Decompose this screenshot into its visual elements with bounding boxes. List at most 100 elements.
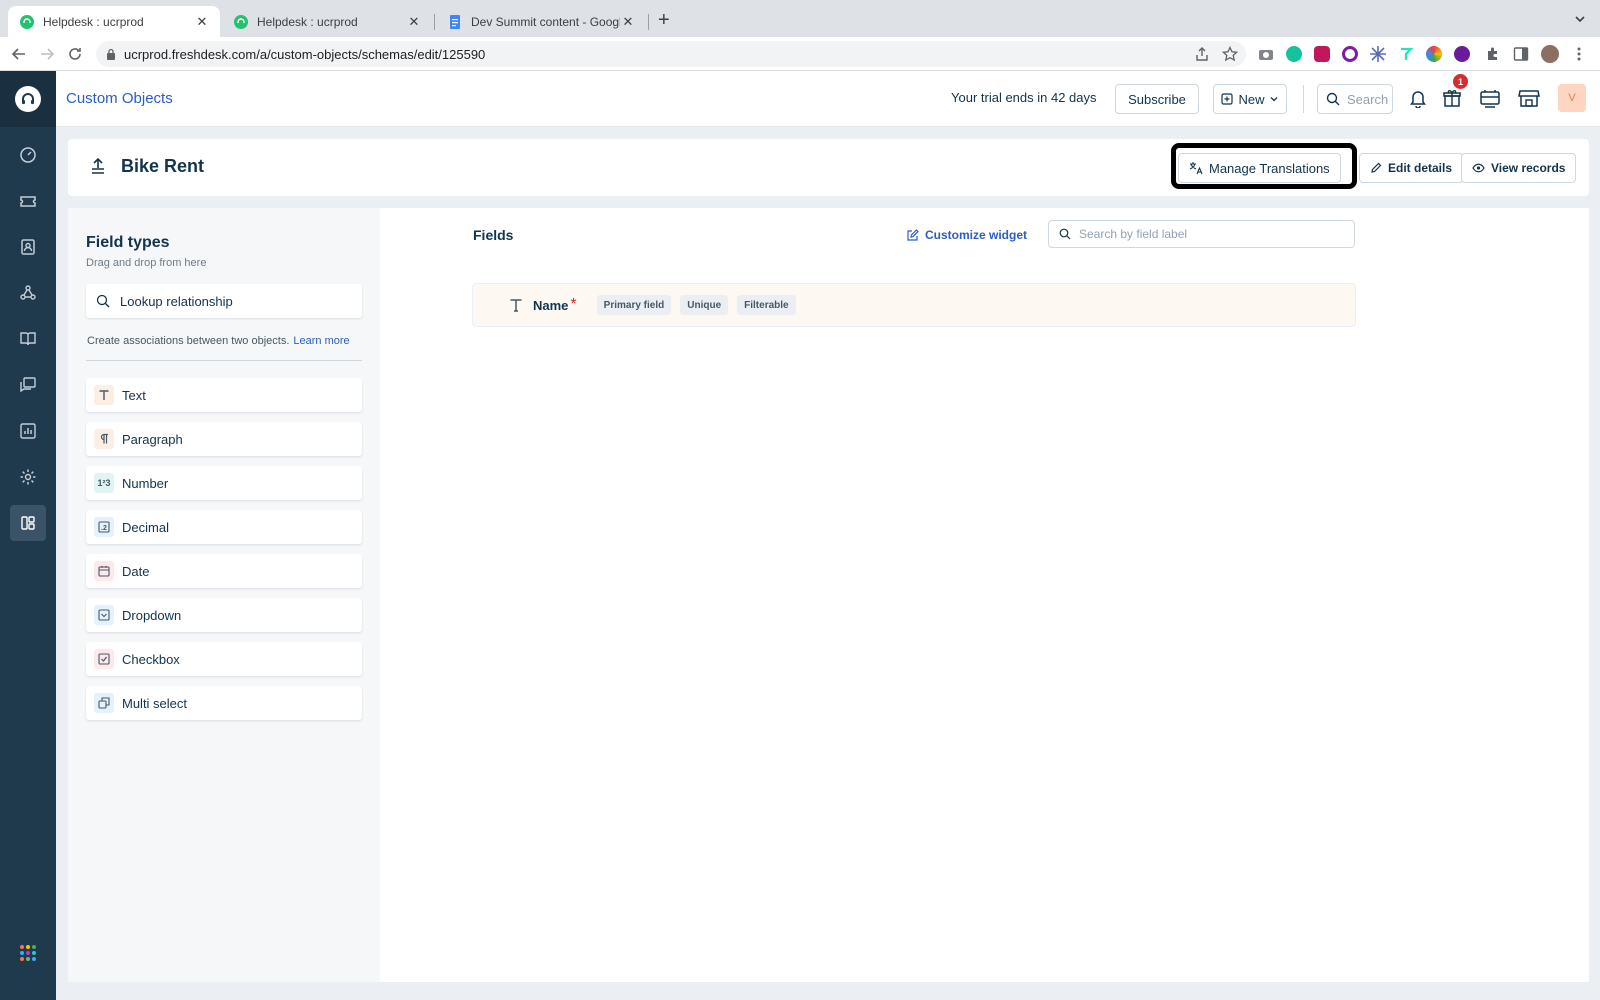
search-icon — [96, 294, 110, 308]
new-tab-icon[interactable]: + — [658, 10, 670, 30]
extension-icon[interactable] — [1342, 46, 1358, 62]
global-search-placeholder: Search — [1347, 91, 1389, 107]
address-bar[interactable]: ucrprod.freshdesk.com/a/custom-objects/s… — [96, 41, 1246, 67]
user-avatar[interactable]: V — [1558, 84, 1586, 112]
gift-icon[interactable] — [1440, 86, 1464, 110]
back-arrow-icon[interactable] — [8, 43, 30, 65]
page-title[interactable]: Custom Objects — [66, 90, 173, 107]
custom-objects-icon[interactable] — [10, 505, 46, 541]
field-types-title: Field types — [86, 234, 170, 251]
browser-tab-2[interactable]: Helpdesk : ucrprod ✕ — [222, 6, 432, 37]
field-row-name[interactable]: Name * Primary field Unique Filterable — [472, 283, 1356, 327]
focus-highlight-box — [1171, 143, 1357, 189]
trial-notice: Your trial ends in 42 days — [951, 90, 1097, 105]
extension-icon[interactable] — [1426, 46, 1442, 62]
field-search[interactable] — [1048, 220, 1355, 248]
new-button[interactable]: New — [1213, 84, 1287, 114]
view-records-label: View records — [1491, 161, 1566, 175]
tab-search-chevron-icon[interactable] — [1573, 12, 1587, 26]
field-type-decimal[interactable]: .2 Decimal — [86, 510, 362, 544]
extension-icon[interactable] — [1314, 46, 1330, 62]
svg-text:.2: .2 — [101, 525, 107, 532]
field-type-dropdown[interactable]: Dropdown — [86, 598, 362, 632]
number-icon: 1²3 — [94, 473, 114, 493]
field-type-label: Dropdown — [122, 607, 182, 623]
side-panel-icon[interactable] — [1513, 46, 1529, 62]
lookup-relationship-item[interactable]: Lookup relationship — [86, 284, 362, 318]
customize-widget-link[interactable]: Customize widget — [906, 228, 1027, 242]
sparkle-extension-icon[interactable] — [1370, 46, 1386, 62]
field-type-paragraph[interactable]: Paragraph — [86, 422, 362, 456]
lookup-relationship-label: Lookup relationship — [120, 293, 233, 309]
field-type-multi-select[interactable]: Multi select — [86, 686, 362, 720]
field-type-label: Number — [122, 475, 169, 491]
puzzle-extensions-icon[interactable] — [1485, 46, 1501, 62]
close-icon[interactable]: ✕ — [406, 14, 422, 30]
view-records-button[interactable]: View records — [1461, 153, 1577, 183]
camera-icon[interactable] — [1258, 46, 1274, 62]
contacts-icon[interactable] — [10, 229, 46, 265]
checkbox-icon — [94, 649, 114, 669]
marketplace-apps-icon[interactable] — [1478, 86, 1502, 110]
custom-object-icon — [92, 157, 104, 174]
tab-label: Dev Summit content - Google S — [471, 14, 620, 29]
browser-tab-1[interactable]: Helpdesk : ucrprod ✕ — [8, 6, 220, 37]
field-type-text[interactable]: Text — [86, 378, 362, 412]
reports-icon[interactable] — [10, 413, 46, 449]
field-search-input[interactable] — [1079, 227, 1339, 241]
pencil-icon — [1371, 162, 1382, 173]
field-type-label: Decimal — [122, 519, 169, 535]
share-icon[interactable] — [1194, 46, 1210, 62]
edit-details-button[interactable]: Edit details — [1359, 153, 1464, 183]
chevron-down-icon — [1270, 97, 1277, 102]
more-vertical-icon[interactable] — [1574, 46, 1584, 62]
field-types-panel: Field types Drag and drop from here Look… — [68, 208, 380, 982]
notifications-bell-icon[interactable] — [1406, 86, 1430, 110]
learn-more-link[interactable]: Learn more — [293, 335, 349, 347]
associations-text: Create associations between two objects. — [87, 335, 290, 347]
freshdesk-logo[interactable] — [0, 71, 56, 127]
paragraph-icon — [94, 429, 114, 449]
global-search[interactable]: Search — [1317, 84, 1393, 114]
field-type-label: Checkbox — [122, 651, 180, 667]
reload-icon[interactable] — [64, 43, 86, 65]
fields-panel: Fields Customize widget Name * Primary f… — [380, 208, 1589, 982]
google-docs-favicon-icon — [450, 14, 460, 29]
field-name: Name — [533, 297, 569, 313]
profile-avatar-icon[interactable] — [1541, 45, 1559, 63]
admin-settings-gear-icon[interactable] — [10, 459, 46, 495]
search-icon — [1326, 92, 1340, 106]
forward-arrow-icon[interactable] — [36, 43, 58, 65]
bookmark-star-icon[interactable] — [1222, 46, 1238, 62]
forums-icon[interactable] — [10, 367, 46, 403]
store-icon[interactable] — [1517, 86, 1541, 110]
field-type-date[interactable]: Date — [86, 554, 362, 588]
close-icon[interactable]: ✕ — [620, 14, 636, 30]
header-divider — [1303, 85, 1304, 113]
edit-details-label: Edit details — [1388, 161, 1453, 175]
search-icon — [1059, 228, 1071, 240]
unique-tag: Unique — [680, 295, 729, 315]
new-button-label: New — [1238, 91, 1265, 107]
lock-icon — [107, 48, 115, 60]
tab-divider — [434, 14, 435, 30]
dashboard-icon[interactable] — [10, 137, 46, 173]
plus-square-icon — [1221, 93, 1234, 105]
text-type-icon — [94, 385, 114, 405]
extension-icon[interactable] — [1454, 46, 1470, 62]
field-type-number[interactable]: 1²3 Number — [86, 466, 362, 500]
close-icon[interactable]: ✕ — [194, 14, 210, 30]
groups-icon[interactable] — [10, 275, 46, 311]
knowledge-base-icon[interactable] — [10, 321, 46, 357]
divider — [86, 360, 362, 361]
calendar-icon — [94, 561, 114, 581]
decimal-icon: .2 — [94, 517, 114, 537]
tickets-icon[interactable] — [10, 183, 46, 219]
grammarly-extension-icon[interactable] — [1286, 46, 1302, 62]
field-type-checkbox[interactable]: Checkbox — [86, 642, 362, 676]
extension-icon[interactable] — [1398, 46, 1414, 62]
browser-toolbar: ucrprod.freshdesk.com/a/custom-objects/s… — [0, 37, 1600, 71]
app-launcher-grid-icon[interactable] — [19, 944, 37, 962]
subscribe-button[interactable]: Subscribe — [1115, 84, 1199, 114]
browser-tab-3[interactable]: Dev Summit content - Google S ✕ — [436, 6, 646, 37]
